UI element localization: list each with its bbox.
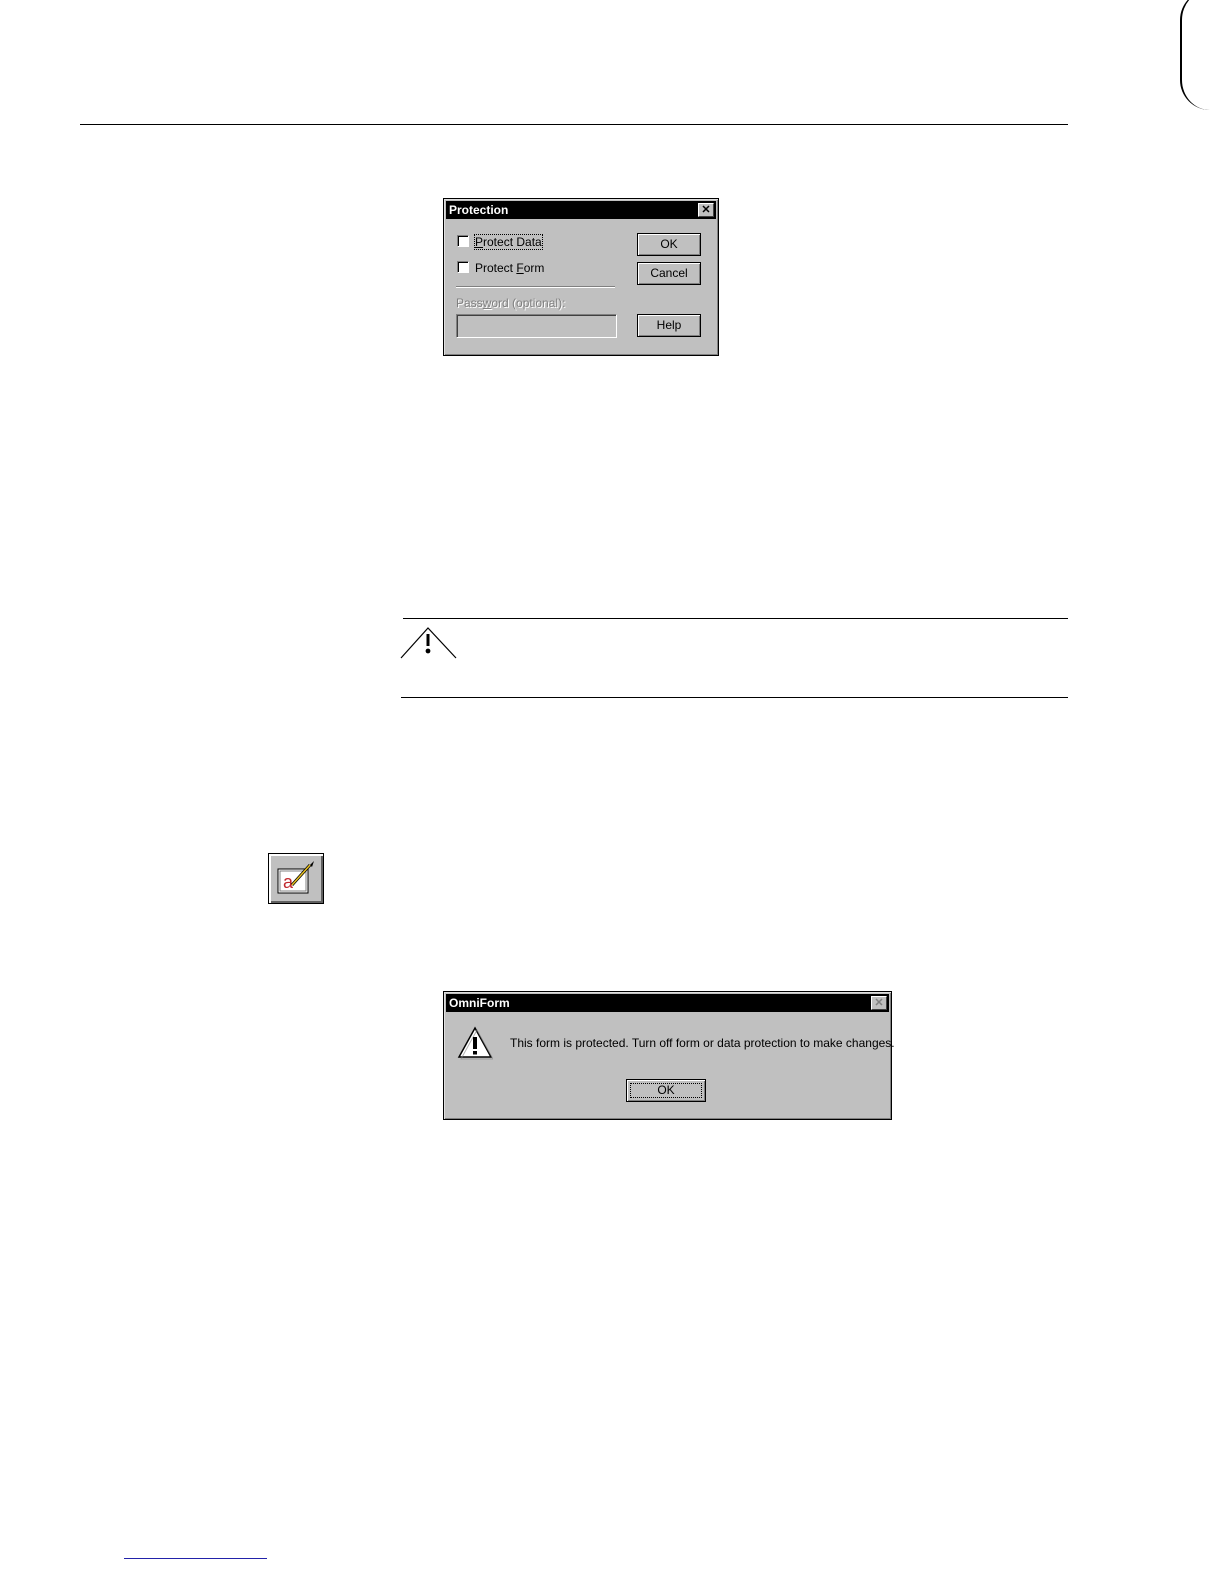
protect-data-checkbox[interactable]: [457, 235, 469, 247]
cancel-button[interactable]: Cancel: [637, 262, 701, 285]
close-button[interactable]: ✕: [871, 996, 887, 1010]
header-rule: [80, 124, 1068, 125]
omniform-dialog-titlebar: OmniForm ✕: [446, 994, 889, 1012]
separator: [456, 286, 615, 288]
footer-rule: [124, 1558, 267, 1559]
omniform-dialog: OmniForm ✕ This form is protected. Turn …: [443, 991, 895, 1120]
exclamation-warning-icon: [457, 1026, 493, 1060]
help-button[interactable]: Help: [637, 314, 701, 337]
protect-form-label[interactable]: Protect Form: [475, 261, 544, 275]
password-input[interactable]: [456, 314, 617, 338]
icon-letter: a: [283, 872, 294, 892]
caution-warning-icon: [400, 627, 457, 659]
password-label: Password (optional):: [456, 296, 566, 310]
protection-dialog: Protection ✕ Protect Data Protect Form P…: [443, 198, 719, 356]
protection-dialog-title: Protection: [449, 203, 509, 217]
edit-field-text-icon: a: [277, 861, 314, 894]
focus-ring: [630, 1083, 702, 1098]
ok-button[interactable]: OK: [637, 233, 701, 256]
protect-data-label[interactable]: Protect Data: [474, 234, 543, 250]
protection-dialog-titlebar: Protection ✕: [446, 201, 716, 219]
page-edge-curl: [1180, 0, 1224, 110]
protect-form-checkbox[interactable]: [457, 261, 469, 273]
edit-field-text-button: a: [268, 853, 324, 904]
close-button[interactable]: ✕: [698, 203, 714, 217]
ok-button[interactable]: OK: [626, 1079, 706, 1102]
caution-top-rule: [403, 618, 1068, 619]
caution-bottom-rule: [401, 697, 1068, 698]
omniform-message: This form is protected. Turn off form or…: [510, 1036, 895, 1050]
omniform-dialog-title: OmniForm: [449, 996, 510, 1010]
